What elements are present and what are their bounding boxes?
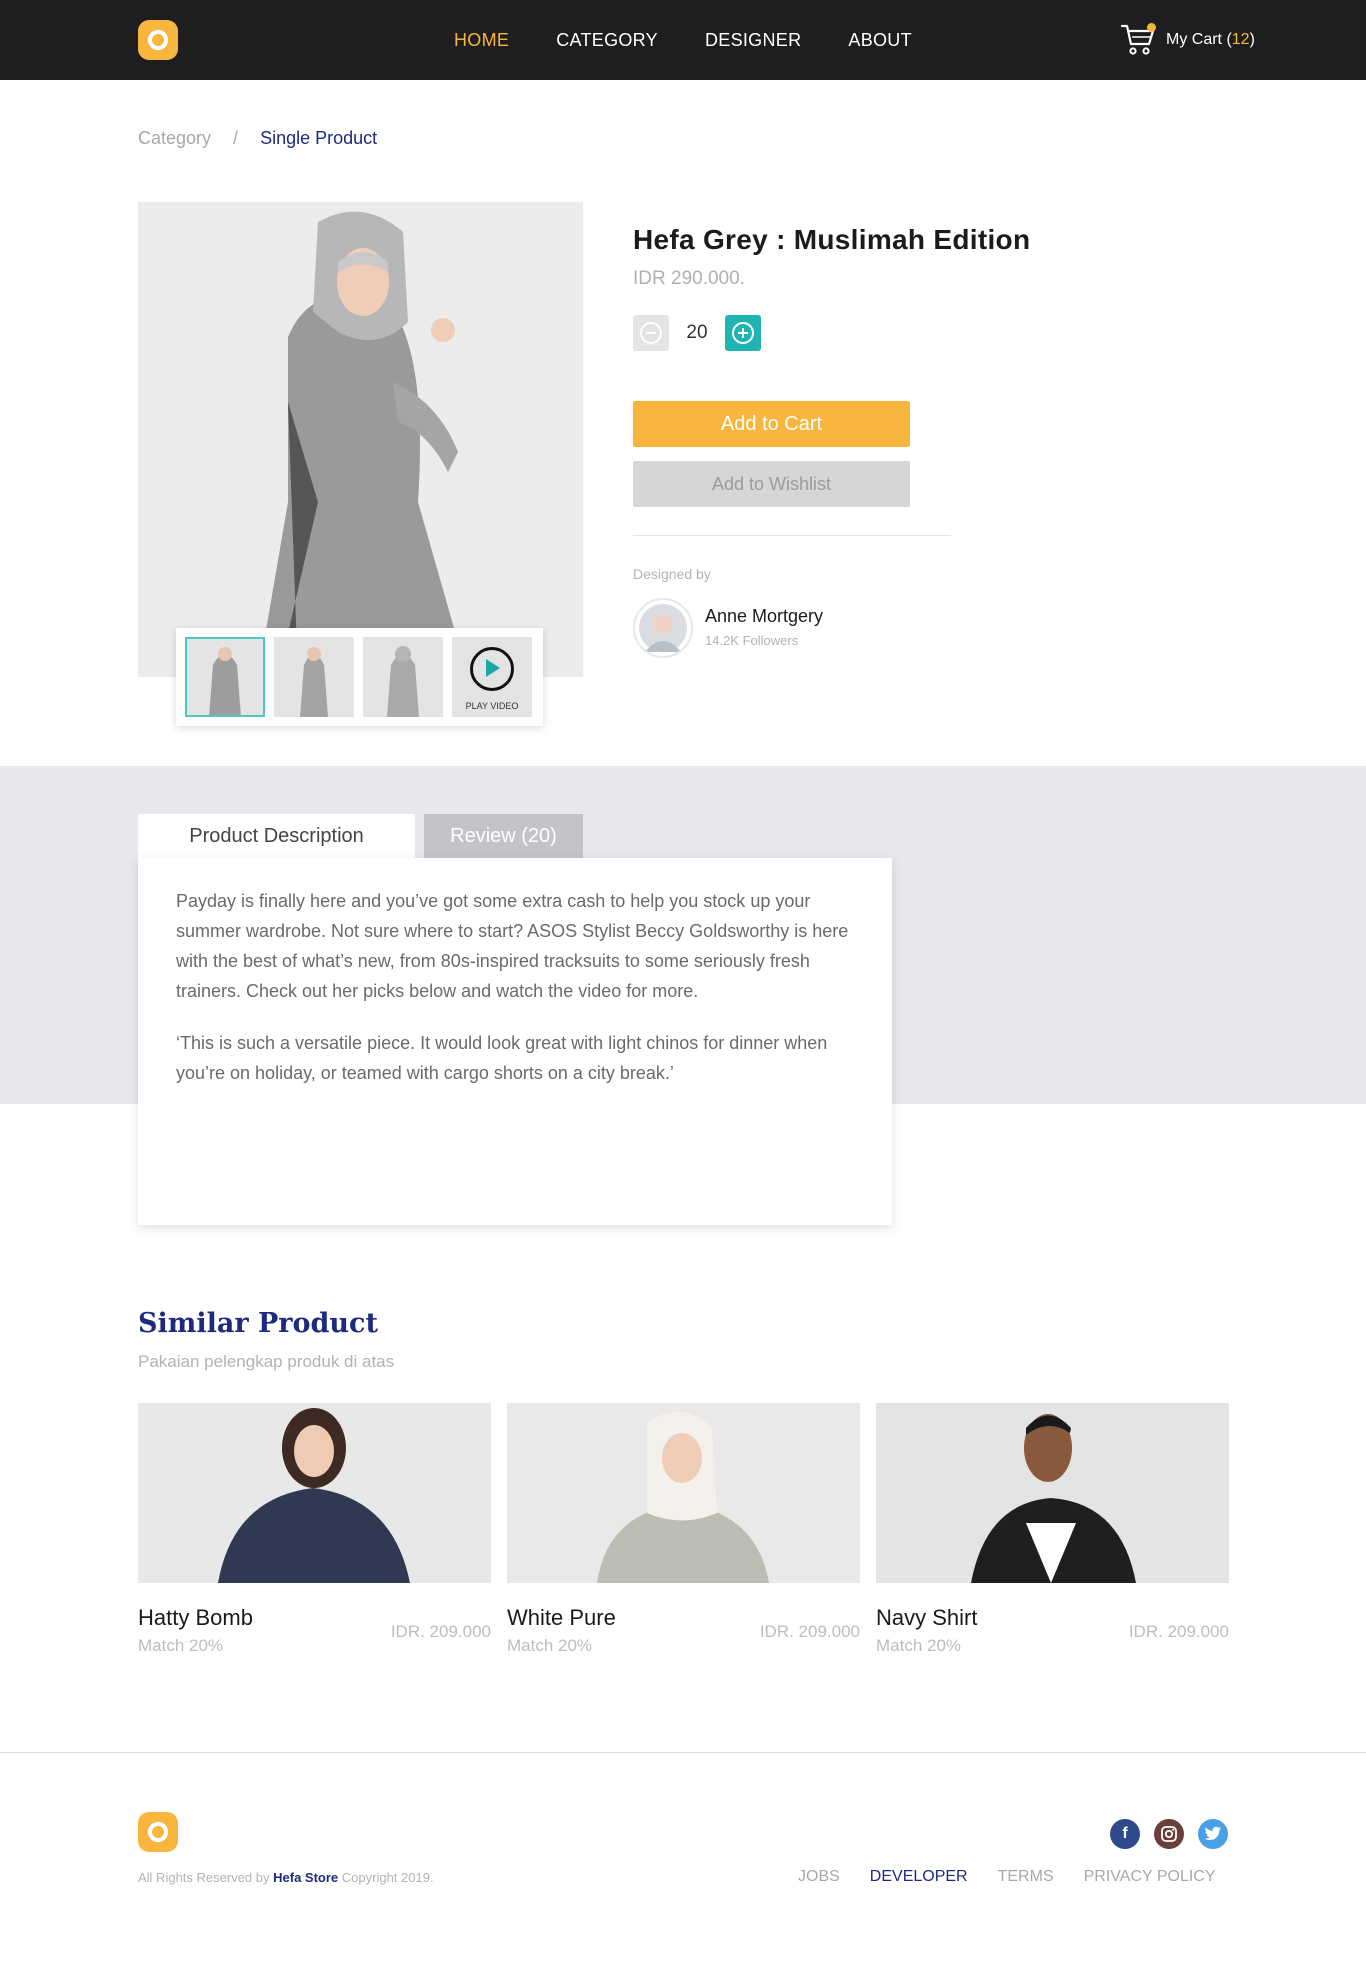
product-card-match: Match 20% — [507, 1636, 593, 1655]
product-card-image[interactable] — [876, 1403, 1229, 1583]
designed-by-label: Designed by — [633, 566, 711, 582]
copyright-text: All Rights Reserved by Hefa Store Copyri… — [138, 1870, 434, 1885]
product-card-name[interactable]: Hatty Bomb — [138, 1605, 253, 1631]
product-card-match: Match 20% — [876, 1636, 962, 1655]
thumbnail-side[interactable] — [274, 637, 354, 717]
cart-count: 12 — [1231, 31, 1250, 48]
page: HOME CATEGORY DESIGNER ABOUT My Cart (12… — [0, 0, 1366, 1967]
footer-link-privacy[interactable]: PRIVACY POLICY — [1084, 1868, 1216, 1886]
cart-label: My Cart (12) — [1166, 31, 1255, 48]
similar-product-subtitle: Pakaian pelengkap produk di atas — [138, 1352, 395, 1371]
description-quote: ‘This is such a versatile piece. It woul… — [176, 1033, 828, 1083]
product-card-image[interactable] — [138, 1403, 491, 1583]
product-card-price: IDR. 209.000 — [759, 1622, 860, 1641]
product-card-price: IDR. 209.000 — [1128, 1622, 1229, 1641]
designer-followers: 14.2K Followers — [705, 633, 799, 648]
nav-home[interactable]: HOME — [454, 30, 509, 51]
footer-link-terms[interactable]: TERMS — [998, 1868, 1054, 1886]
add-to-wishlist-button[interactable]: Add to Wishlist — [633, 461, 910, 507]
nav-category[interactable]: CATEGORY — [556, 30, 658, 51]
footer-link-jobs[interactable]: JOBS — [798, 1868, 840, 1886]
social-links: f — [1110, 1819, 1228, 1849]
designer-avatar[interactable] — [633, 598, 693, 658]
product-card-match: Match 20% — [138, 1636, 224, 1655]
minus-circle-icon — [640, 322, 662, 344]
twitter-icon[interactable] — [1198, 1819, 1228, 1849]
product-card[interactable]: Hatty Bomb Match 20% IDR. 209.000 — [138, 1403, 491, 1655]
designer-name[interactable]: Anne Mortgery — [705, 606, 823, 627]
divider — [633, 535, 951, 536]
top-navbar: HOME CATEGORY DESIGNER ABOUT My Cart (12… — [0, 0, 1366, 80]
similar-product-title: Similar Product — [138, 1308, 378, 1339]
tab-product-description[interactable]: Product Description — [138, 814, 415, 858]
footer-nav: JOBS DEVELOPER TERMS PRIVACY POLICY — [798, 1868, 1216, 1886]
description-panel: Payday is finally here and you’ve got so… — [138, 858, 892, 1225]
product-card-name[interactable]: Navy Shirt — [876, 1605, 977, 1631]
tab-review[interactable]: Review (20) — [424, 814, 583, 858]
quantity-value[interactable]: 20 — [683, 322, 711, 344]
product-card-price: IDR. 209.000 — [390, 1622, 491, 1641]
footer-link-developer[interactable]: DEVELOPER — [870, 1868, 968, 1886]
brand-logo[interactable] — [138, 20, 178, 60]
plus-circle-icon — [732, 322, 754, 344]
quantity-increase-button[interactable] — [725, 315, 761, 351]
main-nav: HOME CATEGORY DESIGNER ABOUT — [454, 0, 912, 80]
breadcrumb-current: Single Product — [260, 128, 378, 148]
product-card-image[interactable] — [507, 1403, 860, 1583]
breadcrumb-separator: / — [233, 128, 239, 148]
thumbnail-front[interactable] — [185, 637, 265, 717]
cart-button[interactable]: My Cart (12) — [1120, 22, 1255, 58]
thumbnail-back[interactable] — [363, 637, 443, 717]
play-video-label: PLAY VIDEO — [465, 701, 519, 711]
thumbnail-strip: PLAY VIDEO — [176, 628, 543, 726]
description-paragraph: Payday is finally here and you’ve got so… — [176, 891, 849, 1001]
play-icon — [486, 659, 500, 677]
breadcrumb-category[interactable]: Category — [138, 128, 211, 149]
quantity-stepper: 20 — [633, 315, 761, 351]
add-to-cart-button[interactable]: Add to Cart — [633, 401, 910, 447]
product-title: Hefa Grey : Muslimah Edition — [633, 224, 1031, 255]
footer-logo[interactable] — [138, 1812, 178, 1852]
instagram-icon[interactable] — [1154, 1819, 1184, 1849]
product-card[interactable]: White Pure Match 20% IDR. 209.000 — [507, 1403, 860, 1655]
play-video-button[interactable]: PLAY VIDEO — [452, 637, 532, 717]
nav-about[interactable]: ABOUT — [848, 30, 912, 51]
nav-designer[interactable]: DESIGNER — [705, 30, 801, 51]
product-card[interactable]: Navy Shirt Match 20% IDR. 209.000 — [876, 1403, 1229, 1655]
facebook-icon[interactable]: f — [1110, 1819, 1140, 1849]
footer-divider — [0, 1752, 1366, 1753]
product-price: IDR 290.000. — [633, 268, 745, 289]
product-card-name[interactable]: White Pure — [507, 1605, 616, 1631]
product-main-image — [138, 202, 583, 677]
cart-notification-dot — [1147, 23, 1156, 32]
cart-icon — [1120, 22, 1156, 58]
footer-brand-link[interactable]: Hefa Store — [273, 1870, 338, 1885]
breadcrumb: Category / Single Product — [138, 128, 377, 149]
quantity-decrease-button[interactable] — [633, 315, 669, 351]
